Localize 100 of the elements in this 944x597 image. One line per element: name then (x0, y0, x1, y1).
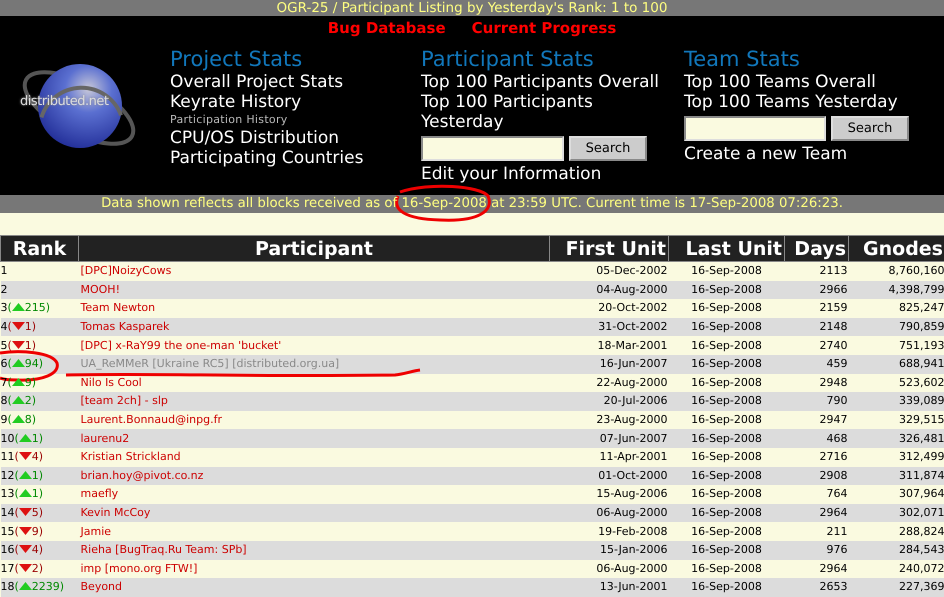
down-arrow-icon (18, 564, 32, 572)
table-cell: 459 (784, 354, 848, 374)
rank-text: 14( 5) (0, 505, 44, 522)
table-cell: 302,071 (848, 504, 944, 522)
column-header: Gnodes (848, 236, 944, 262)
search-field[interactable] (421, 136, 564, 161)
menu-link[interactable]: CPU/OS Distribution (170, 128, 340, 148)
table-cell: 326,481 (848, 429, 944, 448)
section-heading[interactable]: Participant Stats (421, 46, 594, 72)
section-heading[interactable]: Project Stats (170, 46, 302, 72)
participant-link[interactable]: laurenu2 (80, 432, 130, 445)
table-cell: 18-Mar-2001 (550, 336, 668, 355)
participant-link[interactable]: Jamie (80, 524, 112, 538)
table-cell: 16-Sep-2008 (668, 540, 784, 560)
menu-link[interactable]: Top 100 Teams Yesterday (684, 92, 898, 112)
down-arrow-icon (18, 526, 32, 535)
table-cell: 20-Jul-2006 (550, 392, 668, 411)
nav-link[interactable]: Bug Database (328, 19, 446, 37)
table-cell: 2948 (784, 374, 848, 392)
down-arrow-icon (12, 322, 25, 330)
table-cell: 288,824 (848, 522, 944, 541)
menu-link[interactable]: Participating Countries (170, 148, 364, 168)
table-cell: 07-Jun-2007 (550, 429, 668, 448)
participant-link[interactable]: imp [mono.org FTW!] (80, 562, 198, 575)
down-arrow-icon (18, 545, 32, 554)
search-field[interactable] (684, 116, 826, 141)
menu-link[interactable]: Keyrate History (170, 92, 302, 112)
table-cell: 31-Oct-2002 (550, 318, 668, 336)
table-cell: 16-Sep-2008 (668, 318, 784, 336)
table-cell: 16-Sep-2008 (668, 522, 784, 541)
table-cell: 06-Aug-2000 (550, 504, 668, 522)
menu-link[interactable]: Create a new Team (684, 144, 848, 164)
table-cell: 2113 (784, 262, 848, 281)
table-cell: 8,760,160 (848, 262, 944, 281)
table-cell: 329,515 (848, 410, 944, 430)
table-cell: 2947 (784, 410, 848, 430)
participant-link[interactable]: Tomas Kasparek (80, 320, 170, 334)
rank-text: 6( 94) (0, 356, 44, 372)
participant-link[interactable]: [DPC]NoizyCows (80, 264, 172, 278)
table-cell: 2908 (784, 466, 848, 486)
section-heading[interactable]: Team Stats (684, 46, 800, 72)
table-cell: 16-Sep-2008 (668, 429, 784, 448)
table-cell: 16-Sep-2008 (668, 262, 784, 281)
table-cell: 976 (784, 540, 848, 560)
search-button[interactable]: Search (831, 116, 909, 141)
table-cell: 2716 (784, 448, 848, 467)
rank-text: 17( 2) (0, 560, 44, 577)
table-cell: 764 (784, 485, 848, 504)
table-cell: 16-Sep-2008 (668, 299, 784, 318)
menu-link[interactable]: Edit your Information (421, 164, 666, 184)
table-cell: 16-Sep-2008 (668, 354, 784, 374)
table-cell: 688,941 (848, 354, 944, 374)
participant-link[interactable]: Rieha [BugTraq.Ru Team: SPb] (80, 543, 247, 556)
table-cell: 2964 (784, 504, 848, 522)
table-cell: 307,964 (848, 485, 944, 504)
table-cell: 2966 (784, 280, 848, 300)
table-cell: 16-Sep-2008 (668, 466, 784, 486)
participant-link[interactable]: Team Newton (80, 301, 156, 314)
participant-link[interactable]: [team 2ch] - slp (80, 394, 168, 408)
rank-text: 15( 9) (0, 524, 44, 540)
menu-link[interactable]: Top 100 Participants Overall (421, 72, 666, 92)
table-cell: 16-Sep-2008 (668, 485, 784, 504)
menu-link[interactable]: Top 100 Teams Overall (684, 72, 876, 92)
participant-link[interactable]: Laurent.Bonnaud@inpg.fr (80, 413, 222, 426)
nav-link[interactable]: Current Progress (472, 19, 616, 37)
table-cell: 2159 (784, 299, 848, 318)
table-cell: 2740 (784, 336, 848, 355)
page-title: OGR-25 / Participant Listing by Yesterday's Rank: 1 to 100 (276, 0, 668, 16)
search-button[interactable]: Search (569, 136, 647, 161)
table-cell: 468 (784, 429, 848, 448)
table-cell: 311,874 (848, 466, 944, 486)
participant-link[interactable]: Kristian Strickland (80, 450, 181, 464)
table-cell: 790,859 (848, 318, 944, 336)
menu-link[interactable]: Overall Project Stats (170, 72, 344, 92)
rank-text: 13( 1) (0, 486, 44, 502)
participant-link[interactable]: MOOH! (80, 282, 120, 296)
table-cell: 284,543 (848, 540, 944, 560)
menu-link[interactable]: Top 100 Participants Yesterday (421, 92, 666, 132)
participant-link[interactable]: brian.hoy@pivot.co.nz (80, 468, 204, 482)
participant-link[interactable]: Beyond (80, 580, 122, 594)
rank-text: 3( 215) (0, 300, 50, 316)
table-cell: 4,398,799 (848, 280, 944, 300)
table-cell: 16-Sep-2008 (668, 410, 784, 430)
rank-text: 8( 2) (0, 393, 36, 410)
participant-link[interactable]: maefly (80, 487, 118, 500)
participant-link[interactable]: Kevin McCoy (80, 506, 150, 520)
table-cell: 211 (784, 522, 848, 541)
participant-link[interactable]: Nilo Is Cool (80, 376, 142, 389)
table-cell: 06-Aug-2000 (550, 560, 668, 578)
up-arrow-icon (12, 396, 25, 404)
menu-link[interactable]: Participation History (170, 112, 288, 128)
table-cell: 01-Oct-2000 (550, 466, 668, 486)
up-arrow-icon (18, 470, 32, 479)
table-cell: 2148 (784, 318, 848, 336)
table-cell: 15-Aug-2006 (550, 485, 668, 504)
rank-text: 5( 1) (0, 338, 36, 354)
table-cell: 825,247 (848, 299, 944, 318)
column-header: Rank (0, 236, 78, 262)
table-cell: 16-Sep-2008 (668, 448, 784, 467)
participant-link[interactable]: [DPC] x-RaY99 the one-man 'bucket' (80, 338, 282, 352)
